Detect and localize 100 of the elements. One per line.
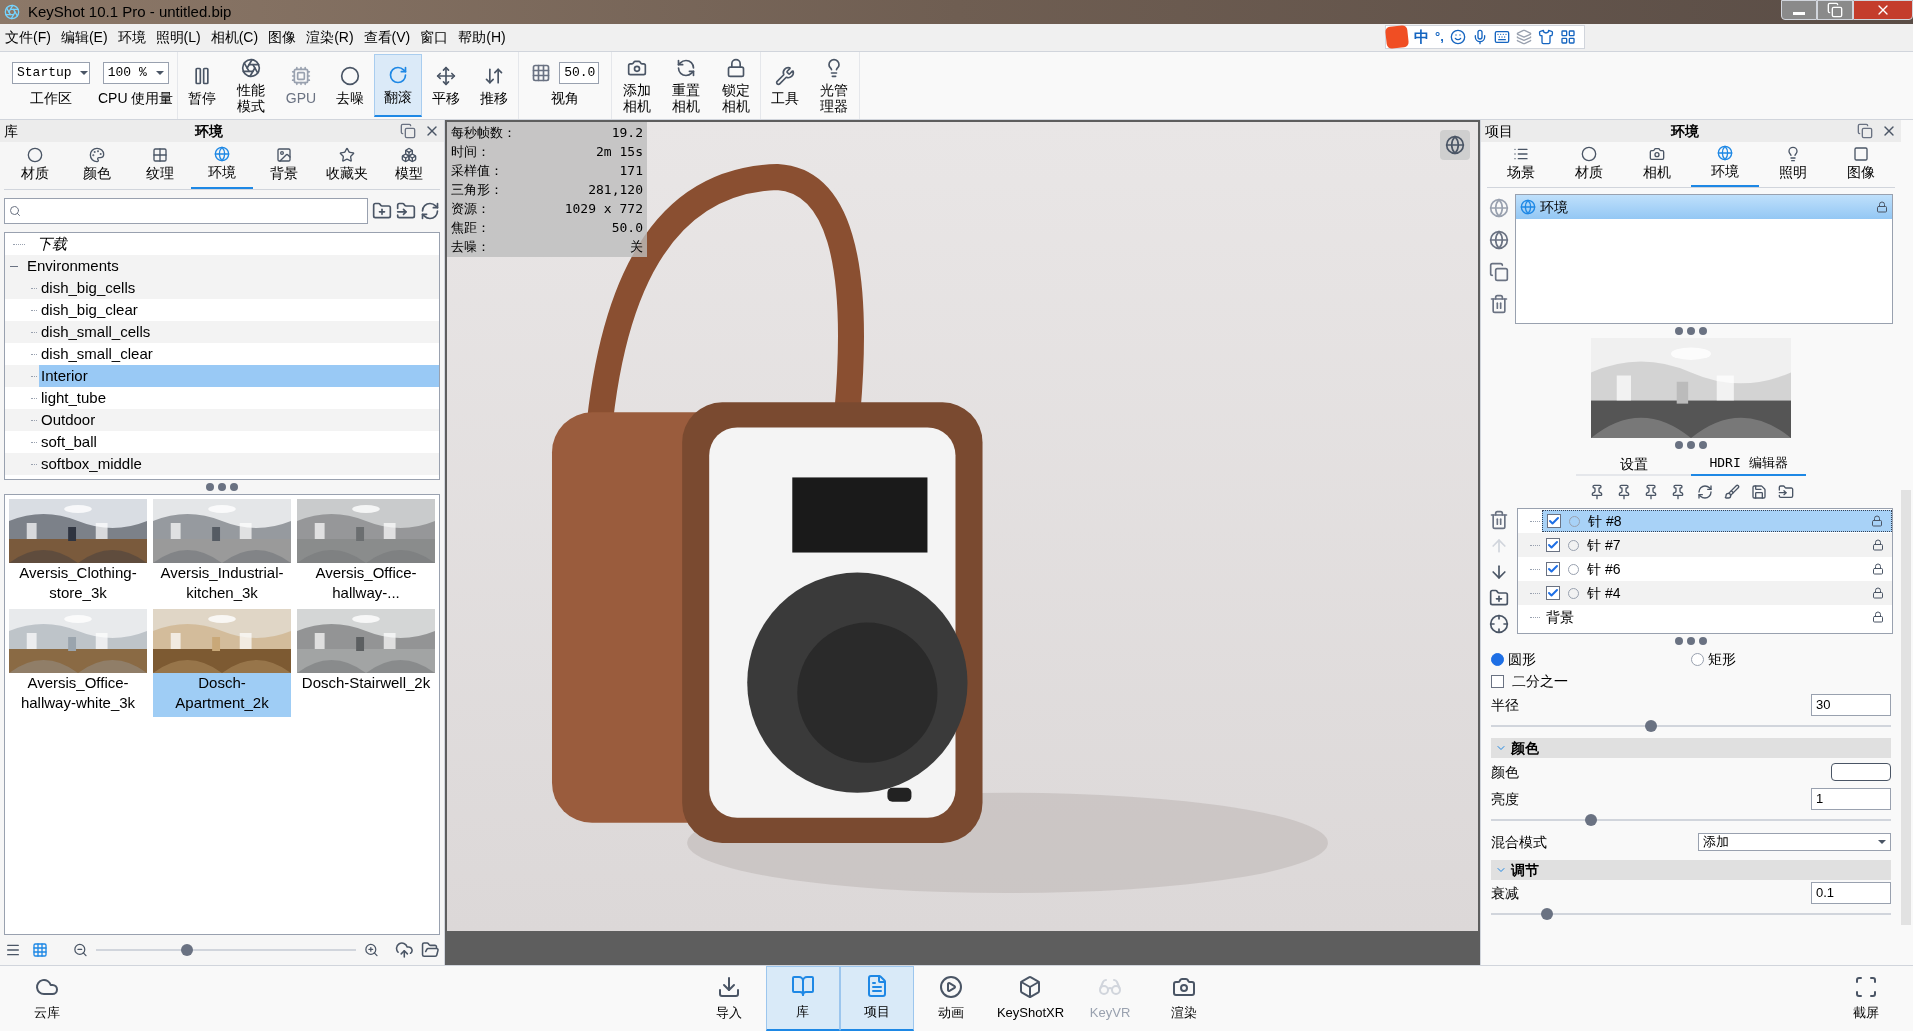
splitter-handle[interactable] (1675, 327, 1707, 335)
radio-option[interactable]: 矩形 (1691, 648, 1891, 670)
checkbox[interactable] (1547, 514, 1561, 528)
value-field[interactable]: 1 (1811, 788, 1891, 810)
slider-thumb[interactable] (1645, 720, 1657, 732)
menu-item[interactable]: 文件(F) (0, 27, 56, 48)
menu-item[interactable]: 照明(L) (150, 27, 206, 48)
ime-punctuation[interactable]: °, (1435, 27, 1444, 47)
tree-item[interactable]: dish_big_clear (39, 298, 439, 322)
library-tab[interactable]: 收藏夹 (315, 142, 378, 189)
toolbar-button[interactable]: 添加相机 (612, 54, 662, 117)
thumbnail-item[interactable]: Dosch-Stairwell_2k (297, 609, 435, 717)
tree-item[interactable]: Interior (39, 364, 439, 388)
toolbar-button[interactable]: 光管理器 (809, 54, 859, 117)
checkbox-option[interactable]: 二分之一 (1481, 670, 1901, 692)
menu-item[interactable]: 渲染(R) (301, 27, 359, 48)
minimize-button[interactable] (1781, 0, 1817, 20)
library-tab[interactable]: 环境 (190, 142, 254, 189)
tree-item[interactable]: soft_ball (39, 430, 439, 454)
project-tab[interactable]: 相机 (1623, 142, 1691, 187)
slider[interactable] (1491, 908, 1891, 920)
toolbar-button[interactable]: 锁定相机 (710, 54, 761, 117)
checkbox[interactable] (1491, 674, 1504, 688)
radio-button[interactable] (1691, 652, 1704, 666)
environment-item[interactable]: 环境 (1516, 195, 1892, 219)
grid-view-button[interactable] (30, 940, 50, 960)
bottom-bar-button[interactable]: 云库 (10, 966, 84, 1031)
library-tab[interactable]: 纹理 (128, 142, 191, 189)
bottom-bar-button[interactable]: 库 (765, 966, 840, 1031)
thumbnail-item[interactable]: Dosch-Apartment_2k (153, 609, 291, 717)
slider[interactable] (96, 944, 356, 956)
bottom-bar-button[interactable]: 截屏 (1829, 966, 1903, 1031)
search-field[interactable] (4, 198, 368, 224)
toolbar-button[interactable]: 暂停 (178, 54, 227, 117)
bottom-bar-button[interactable]: 导入 (691, 966, 766, 1031)
toolbar-button[interactable]: 重置相机 (661, 54, 711, 117)
tree-item[interactable]: light_tube (39, 386, 439, 410)
dropdown[interactable]: 100 % (102, 62, 169, 84)
toolbar-button[interactable]: 去噪 (326, 54, 375, 117)
checkbox[interactable] (1546, 562, 1560, 576)
radius-field[interactable]: 30 (1811, 694, 1891, 716)
slider-thumb[interactable] (1541, 908, 1553, 920)
slider-thumb[interactable] (181, 944, 193, 956)
project-tab[interactable]: 图像 (1827, 142, 1895, 187)
bottom-bar-button[interactable]: 动画 (913, 966, 988, 1031)
menu-item[interactable]: 编辑(E) (55, 27, 113, 48)
slider[interactable] (1491, 814, 1891, 826)
tree-item[interactable]: dish_small_clear (39, 342, 439, 366)
splitter-handle[interactable] (1675, 637, 1707, 645)
project-tab[interactable]: 环境 (1691, 142, 1759, 187)
menu-item[interactable]: 相机(C) (205, 27, 264, 48)
checkbox[interactable] (1546, 586, 1560, 600)
library-tab[interactable]: 模型 (377, 142, 440, 189)
pin-item[interactable]: 背景 (1542, 606, 1892, 628)
splitter-handle[interactable] (206, 483, 238, 491)
toolbar-button[interactable]: 翻滚 (374, 54, 423, 117)
slider-thumb[interactable] (1585, 814, 1597, 826)
radio-option[interactable]: 圆形 (1491, 648, 1691, 670)
slider[interactable] (1491, 720, 1891, 732)
thumbnail-item[interactable]: Aversis_Office-hallway-white_3k (9, 609, 147, 717)
restore-button[interactable] (1817, 0, 1853, 20)
thumbnail-item[interactable]: Aversis_Office-hallway-... (297, 499, 435, 607)
dropdown[interactable]: Startup (12, 62, 90, 84)
toolbar-button[interactable]: 平移 (422, 54, 471, 117)
section-header[interactable]: 调节 (1491, 860, 1891, 880)
color-swatch[interactable] (1831, 763, 1891, 781)
bottom-bar-button[interactable]: KeyShotXR (987, 966, 1074, 1031)
splitter-handle[interactable] (1675, 441, 1707, 449)
viewport-button[interactable] (1440, 130, 1470, 160)
menu-item[interactable]: 环境 (112, 27, 151, 48)
toolbar-button[interactable]: 推移 (470, 54, 519, 117)
project-tab[interactable]: 照明 (1759, 142, 1827, 187)
value-field[interactable]: 0.1 (1811, 882, 1891, 904)
library-tab[interactable]: 背景 (253, 142, 316, 189)
menu-item[interactable]: 帮助(H) (453, 27, 511, 48)
checkbox[interactable] (1546, 538, 1560, 552)
menu-item[interactable]: 查看(V) (358, 27, 416, 48)
menu-item[interactable]: 图像 (263, 27, 302, 48)
field-of-view-field[interactable]: 50.0 (559, 62, 600, 84)
toolbar-button[interactable]: 性能模式 (226, 54, 276, 117)
project-tab[interactable]: 材质 (1555, 142, 1623, 187)
editor-tab[interactable]: HDRI 编辑器 (1691, 452, 1806, 476)
pin-item[interactable]: 针 #6 (1542, 558, 1892, 580)
dropdown[interactable]: 添加 (1698, 833, 1891, 851)
project-tab[interactable]: 场景 (1487, 142, 1555, 187)
toolbar-button[interactable]: 工具 (761, 54, 810, 117)
library-tab[interactable]: 材质 (4, 142, 67, 189)
ime-mode[interactable]: 中 (1414, 25, 1429, 49)
section-header[interactable]: 颜色 (1491, 738, 1891, 758)
thumbnail-item[interactable]: Aversis_Industrial-kitchen_3k (153, 499, 291, 607)
close-button[interactable] (1853, 0, 1913, 20)
bottom-bar-button[interactable]: 渲染 (1147, 966, 1222, 1031)
pin-item[interactable]: 针 #8 (1542, 510, 1892, 532)
library-tab[interactable]: 颜色 (66, 142, 129, 189)
editor-tab[interactable]: 设置 (1576, 452, 1691, 476)
radio-button[interactable] (1491, 652, 1504, 666)
tree-item[interactable]: 下载 (37, 233, 67, 256)
menu-item[interactable]: 窗口 (415, 27, 454, 48)
thumbnail-item[interactable]: Aversis_Clothing-store_3k (9, 499, 147, 607)
bottom-bar-button[interactable]: 项目 (839, 966, 914, 1031)
